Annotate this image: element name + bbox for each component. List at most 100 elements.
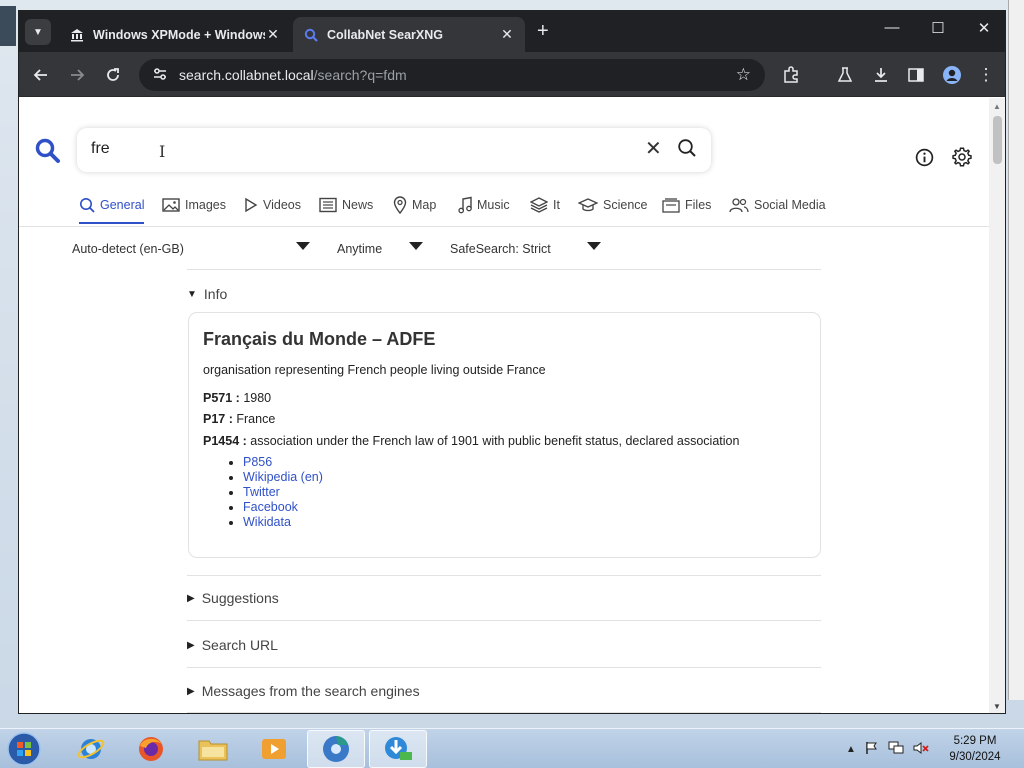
tab-social-media[interactable]: Social Media	[729, 194, 826, 216]
tab-map[interactable]: Map	[393, 194, 436, 216]
chevron-up-icon[interactable]: ▲	[846, 744, 856, 755]
search-url-toggle[interactable]: ▶ Search URL	[187, 637, 278, 653]
suggestions-toggle[interactable]: ▶ Suggestions	[187, 590, 279, 606]
extensions-icon[interactable]	[779, 63, 803, 87]
list-item: P856	[243, 455, 323, 470]
safesearch-select[interactable]: SafeSearch: Strict	[450, 242, 551, 256]
search-submit-icon[interactable]	[677, 138, 697, 163]
music-note-icon	[458, 196, 472, 214]
attribute-value: France	[232, 412, 276, 426]
chevron-down-icon[interactable]	[587, 242, 601, 250]
tab-videos[interactable]: Videos	[244, 194, 301, 216]
tab-collabnet-searxng[interactable]: CollabNet SearXNG ✕	[293, 17, 525, 52]
clock[interactable]: 5:29 PM 9/30/2024	[940, 733, 1010, 765]
volume-muted-icon[interactable]	[913, 741, 929, 758]
bookmark-star-icon[interactable]: ☆	[736, 65, 751, 85]
tab-images[interactable]: Images	[162, 194, 226, 216]
tab-files[interactable]: Files	[662, 194, 711, 216]
scrollbar-thumb[interactable]	[993, 116, 1002, 164]
divider	[187, 667, 821, 668]
tab-label: Science	[603, 198, 648, 212]
tab-strip: ▼ Windows XPMode + Windows ✕ CollabNet S…	[19, 11, 1005, 52]
maximize-icon[interactable]: ☐	[923, 19, 953, 37]
tab-label: General	[100, 198, 145, 212]
link-facebook[interactable]: Facebook	[243, 500, 298, 514]
tab-it[interactable]: It	[530, 194, 560, 216]
browser-window: ▼ Windows XPMode + Windows ✕ CollabNet S…	[18, 10, 1006, 714]
firefox-icon[interactable]	[122, 730, 180, 768]
engine-messages-toggle[interactable]: ▶ Messages from the search engines	[187, 683, 420, 699]
scroll-up-icon[interactable]: ▲	[993, 102, 1001, 111]
forward-arrow-icon[interactable]	[65, 63, 89, 87]
graduation-cap-icon	[578, 197, 598, 213]
reload-icon[interactable]	[101, 63, 125, 87]
chevron-down-icon[interactable]	[409, 242, 423, 250]
triangle-right-icon: ▶	[187, 639, 195, 651]
clear-search-icon[interactable]: ✕	[645, 136, 662, 161]
search-filters: Auto-detect (en-GB) Anytime SafeSearch: …	[19, 236, 989, 266]
explorer-icon[interactable]	[184, 730, 242, 768]
list-item: Facebook	[243, 500, 323, 515]
new-tab-icon[interactable]: +	[537, 21, 549, 41]
link-p856[interactable]: P856	[243, 455, 272, 469]
time-range-select[interactable]: Anytime	[337, 242, 382, 256]
close-tab-icon[interactable]: ✕	[265, 26, 281, 43]
category-tabs: General Images Videos News Map Music It …	[19, 190, 989, 227]
infobox: Français du Monde – ADFE organisation re…	[188, 312, 821, 558]
tab-label: Map	[412, 198, 437, 212]
chromium-icon[interactable]	[307, 730, 365, 768]
ie-icon[interactable]	[62, 730, 120, 768]
link-wikipedia[interactable]: Wikipedia (en)	[243, 470, 323, 484]
tab-science[interactable]: Science	[578, 194, 647, 216]
tab-general[interactable]: General	[79, 194, 145, 224]
page-scrollbar[interactable]: ▲ ▼	[989, 98, 1005, 713]
link-wikidata[interactable]: Wikidata	[243, 515, 291, 529]
tab-music[interactable]: Music	[458, 194, 510, 216]
menu-kebab-icon[interactable]: ⋮	[974, 63, 998, 87]
searxng-logo-icon[interactable]	[35, 138, 61, 169]
back-arrow-icon[interactable]	[29, 63, 53, 87]
tab-windows-xpmode[interactable]: Windows XPMode + Windows ✕	[59, 17, 291, 52]
attribute-value: 1980	[239, 391, 272, 405]
side-panel-icon[interactable]	[904, 63, 928, 87]
divider	[187, 620, 821, 621]
download-icon[interactable]	[869, 63, 893, 87]
labs-flask-icon[interactable]	[833, 63, 857, 87]
close-window-icon[interactable]: ✕	[969, 19, 999, 37]
attribute-key: P17 :	[203, 412, 233, 426]
files-icon	[662, 197, 680, 213]
search-input[interactable]: fre	[91, 140, 110, 158]
media-player-icon[interactable]	[245, 730, 303, 768]
start-button[interactable]	[4, 730, 44, 768]
background-window-edge-right	[1008, 0, 1024, 700]
network-icon[interactable]	[888, 741, 904, 758]
system-tray: ▲	[846, 741, 929, 758]
profile-avatar-icon[interactable]	[940, 63, 964, 87]
link-twitter[interactable]: Twitter	[243, 485, 280, 499]
site-settings-icon[interactable]	[153, 67, 167, 84]
download-manager-icon[interactable]	[369, 730, 427, 768]
language-select[interactable]: Auto-detect (en-GB)	[72, 242, 184, 256]
browser-toolbar: search.collabnet.local/search?q=fdm ☆ ⋮	[19, 52, 1005, 97]
close-tab-icon[interactable]: ✕	[499, 26, 515, 43]
image-icon	[162, 197, 180, 213]
attribute-key: P1454 :	[203, 434, 247, 448]
tab-news[interactable]: News	[319, 194, 373, 216]
infobox-attribute: P571 : 1980	[203, 391, 271, 405]
section-label: Suggestions	[201, 590, 279, 606]
triangle-right-icon: ▶	[187, 685, 195, 697]
triangle-right-icon: ▶	[187, 592, 195, 604]
search-icon	[303, 27, 319, 43]
chevron-down-icon[interactable]	[296, 242, 310, 250]
address-bar[interactable]: search.collabnet.local/search?q=fdm ☆	[139, 59, 765, 91]
info-toggle[interactable]: ▼ Info	[187, 286, 227, 302]
background-window-edge	[0, 6, 16, 46]
searxng-page: fre I ✕ General Images Videos News Map M…	[19, 98, 989, 713]
gear-icon[interactable]	[951, 146, 973, 173]
flag-icon[interactable]	[865, 741, 879, 758]
info-icon[interactable]	[915, 148, 934, 172]
minimize-icon[interactable]: —	[877, 19, 907, 36]
tab-search-button[interactable]: ▼	[25, 19, 51, 45]
scroll-down-icon[interactable]: ▼	[993, 702, 1001, 711]
section-label: Messages from the search engines	[201, 683, 420, 699]
